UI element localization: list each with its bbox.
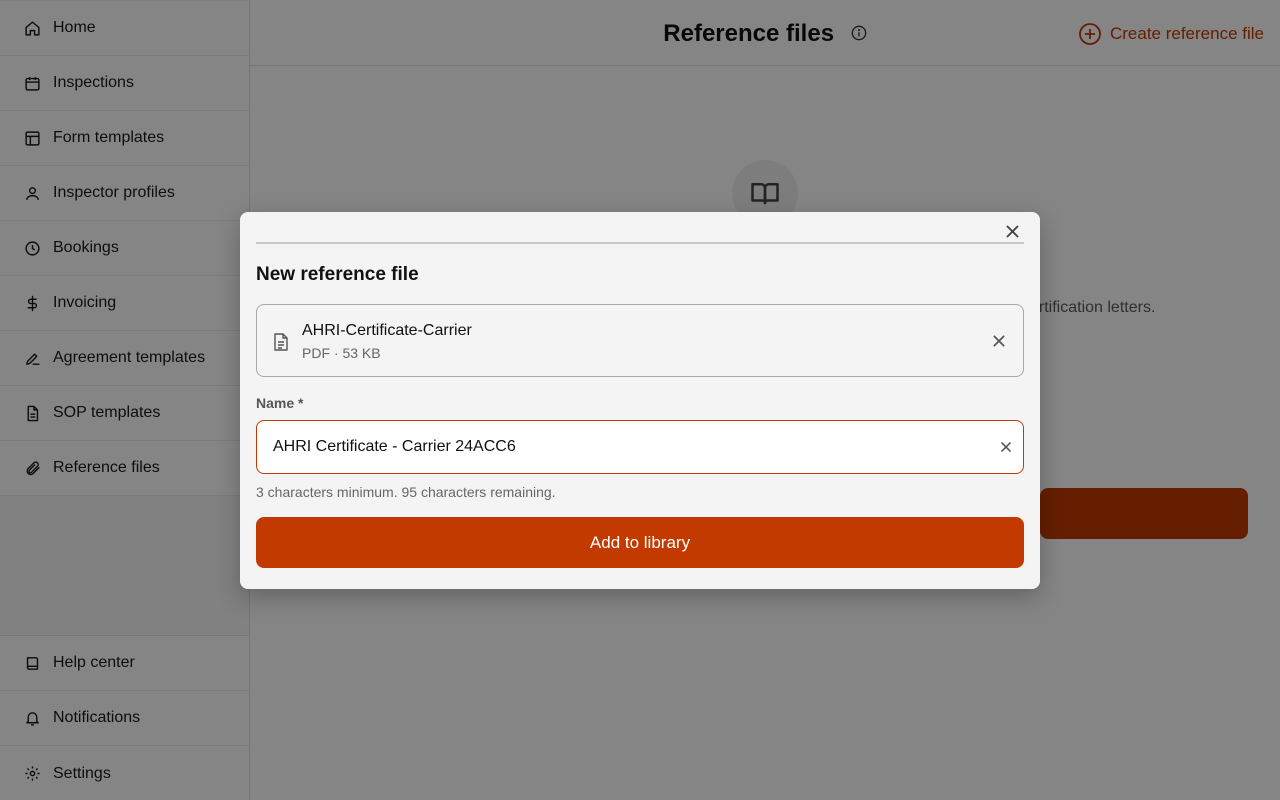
remove-file-icon[interactable] <box>991 333 1007 349</box>
new-reference-file-modal: New reference file AHRI-Certificate-Carr… <box>240 212 1040 589</box>
name-field-wrapper <box>256 420 1024 474</box>
name-helper-text: 3 characters minimum. 95 characters rema… <box>256 484 556 500</box>
file-meta: PDF · 53 KB <box>302 345 381 361</box>
clear-input-icon[interactable] <box>999 440 1013 454</box>
name-field-label: Name * <box>256 395 304 411</box>
file-name: AHRI-Certificate-Carrier <box>302 322 472 339</box>
modal-title: New reference file <box>256 264 419 285</box>
selected-file-card: AHRI-Certificate-Carrier PDF · 53 KB <box>256 304 1024 377</box>
name-input[interactable] <box>273 421 973 472</box>
modal-divider <box>256 242 1024 244</box>
add-to-library-button[interactable]: Add to library <box>256 517 1024 568</box>
file-document-icon <box>274 333 288 351</box>
close-icon <box>1006 225 1018 237</box>
modal-close-button[interactable] <box>1002 221 1022 241</box>
